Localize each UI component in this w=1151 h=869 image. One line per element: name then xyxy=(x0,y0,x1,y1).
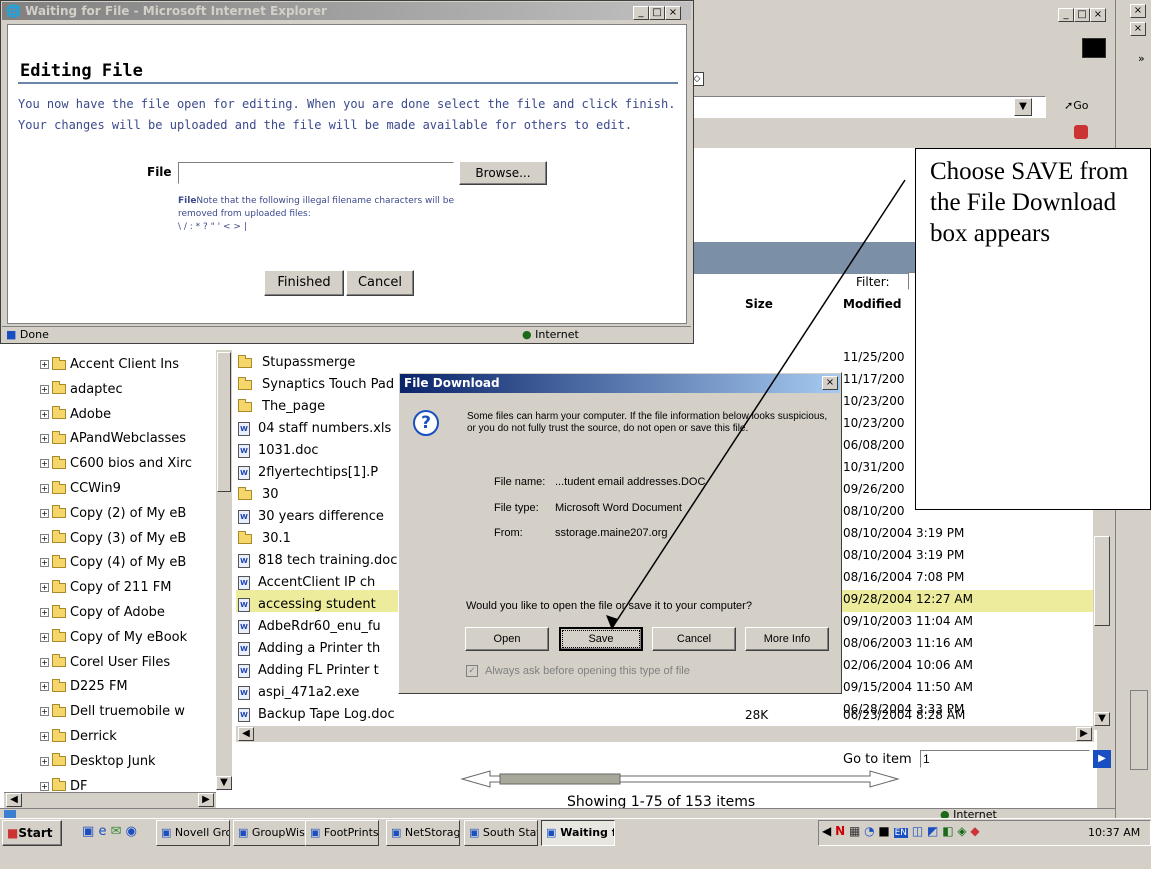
tray-icon-e[interactable]: ◆ xyxy=(970,824,979,838)
monitor-icon[interactable]: ■ xyxy=(878,824,889,838)
language-icon[interactable]: EN xyxy=(893,828,909,838)
tray-icon-a[interactable]: ◫ xyxy=(912,824,923,838)
taskbar-button[interactable]: ▣ NetStorag... xyxy=(386,820,460,846)
task-icon: ▣ xyxy=(238,826,249,839)
task-icon: ▣ xyxy=(161,826,172,839)
task-icon: ▣ xyxy=(546,826,557,839)
task-icon: ▣ xyxy=(469,826,480,839)
task-icon: ▣ xyxy=(391,826,402,839)
taskbar-button[interactable]: ▣ South Staf... xyxy=(464,820,538,846)
tray-icon-d[interactable]: ◈ xyxy=(957,824,966,838)
arrow-line-1 xyxy=(611,179,906,629)
windows-flag-icon: ■ xyxy=(7,826,19,840)
desktop-icon[interactable]: ▣ xyxy=(82,824,94,839)
taskbar-button[interactable]: ▣ Novell Gro... xyxy=(156,820,230,846)
annotation-arrows xyxy=(606,70,1020,630)
arrow-line-2 xyxy=(905,70,1020,180)
speaker-icon[interactable]: ◀ xyxy=(822,824,831,838)
network-icon[interactable]: ▦ xyxy=(849,824,860,838)
taskbar-button[interactable]: ▣ FootPrints ... xyxy=(305,820,379,846)
novell-icon[interactable]: N xyxy=(835,824,845,838)
tray-icons: ◀ N ▦ ◔ ■ EN ◫ ◩ ◧ ◈ ◆ xyxy=(822,824,980,838)
quick-launch: ▣ e ✉ ◉ xyxy=(82,824,137,839)
media-icon[interactable]: ◉ xyxy=(126,824,137,839)
tray-icon-b[interactable]: ◩ xyxy=(927,824,938,838)
taskbar-button[interactable]: ▣ GroupWise... xyxy=(233,820,307,846)
start-button[interactable]: ■Start xyxy=(2,820,62,846)
clock[interactable]: 10:37 AM xyxy=(1088,826,1140,839)
taskbar-button[interactable]: ▣ Waiting f... xyxy=(541,820,615,846)
antivirus-icon[interactable]: ◔ xyxy=(864,824,874,838)
outlook-icon[interactable]: ✉ xyxy=(111,824,122,839)
tray-icon-c[interactable]: ◧ xyxy=(942,824,953,838)
task-icon: ▣ xyxy=(310,826,321,839)
ie-quick-icon[interactable]: e xyxy=(98,824,106,839)
